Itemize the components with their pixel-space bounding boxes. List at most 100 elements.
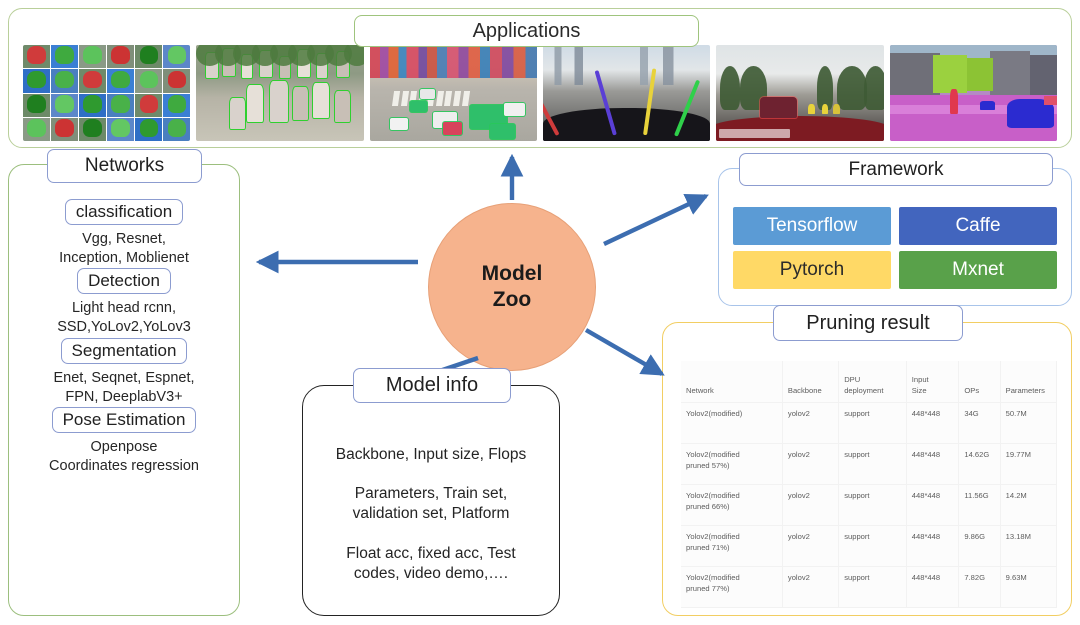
vehicle-box <box>419 89 435 99</box>
segment-building <box>1030 54 1057 95</box>
face-thumbnail-cell <box>107 93 135 117</box>
traffic-cone <box>808 103 816 115</box>
vehicle-box <box>409 100 427 113</box>
networks-section-label[interactable]: Segmentation <box>60 337 188 364</box>
pedestrian-box <box>246 85 264 122</box>
vehicle-box <box>503 102 526 117</box>
applications-thumbnail-strip <box>23 45 1057 141</box>
pedestrian-box <box>335 91 351 122</box>
roadside-tree <box>719 66 740 111</box>
networks-section-items: Light head rcnn, SSD,YoLov2,YoLov3 <box>57 300 191 336</box>
table-cell: 11.56G <box>958 484 1001 526</box>
table-cell: 50.7M <box>1000 402 1058 444</box>
framework-item-caffe[interactable]: Caffe <box>899 207 1057 245</box>
traffic-cone <box>833 103 841 115</box>
networks-section-label[interactable]: classification <box>64 199 184 225</box>
building-band <box>369 45 537 78</box>
model-info-line: Backbone, Input size, Flops <box>335 446 527 464</box>
table-cell: Yolov2(modified pruned 66%) <box>681 484 783 526</box>
pedestrian-box <box>293 87 309 120</box>
face-thumbnail-cell <box>107 69 135 93</box>
face-thumbnail-cell <box>79 69 107 93</box>
table-cell: yolov2 <box>782 402 840 444</box>
networks-section-classification: classification Vgg, Resnet, Inception, Mo… <box>9 199 239 268</box>
crosswalk-stripe <box>391 91 400 107</box>
pedestrian-box <box>269 81 289 122</box>
table-column-header: Network <box>681 361 783 403</box>
vehicle-box <box>389 117 409 131</box>
table-cell: support <box>838 402 907 444</box>
face-thumbnail-cell <box>51 69 79 93</box>
table-cell: Yolov2(modified pruned 77%) <box>681 566 783 608</box>
table-cell: support <box>838 566 907 608</box>
face-thumbnail-cell <box>23 45 51 69</box>
table-cell: yolov2 <box>782 443 840 485</box>
segment-car <box>979 100 996 111</box>
table-cell: 14.62G <box>958 443 1001 485</box>
pedestrian-box <box>229 97 245 129</box>
table-row: Yolov2(modified pruned 77%) yolov2 support 4… <box>681 566 1058 608</box>
thumbnail-dashcam-driving-scene <box>716 45 884 141</box>
thumbnail-lane-detection <box>542 45 711 141</box>
pruning-result-table: Network Backbone DPU deployment Input Size OPs… <box>681 361 1058 608</box>
table-cell: 448*448 <box>906 566 960 608</box>
model-zoo-label-line1: Model <box>481 262 543 286</box>
table-cell: Yolov2(modified pruned 71%) <box>681 525 783 567</box>
segment-car <box>1043 95 1057 105</box>
table-row: Yolov2(modified) yolov2 support 448*448 34G 5… <box>681 402 1058 444</box>
table-row: Yolov2(modified pruned 57%) yolov2 support 4… <box>681 443 1058 485</box>
thumbnail-traffic-intersection-detection <box>369 45 537 141</box>
face-thumbnail-cell <box>51 93 79 117</box>
table-header-row: Network Backbone DPU deployment Input Size OPs… <box>681 361 1058 403</box>
networks-section-items: Vgg, Resnet, Inception, Moblienet <box>59 231 189 267</box>
face-thumbnail-cell <box>135 69 163 93</box>
table-row: Yolov2(modified pruned 71%) yolov2 support 4… <box>681 525 1058 567</box>
face-thumbnail-cell <box>163 69 191 93</box>
segment-building <box>990 50 1031 97</box>
table-cell: Yolov2(modified) <box>681 402 783 444</box>
face-thumbnail-cell <box>135 45 163 69</box>
framework-item-pytorch[interactable]: Pytorch <box>733 251 891 289</box>
model-info-line: Float acc, fixed acc, Test codes, video d… <box>346 544 516 582</box>
crosswalk-stripe <box>452 91 461 107</box>
pedestrian-box <box>313 83 329 118</box>
table-cell: yolov2 <box>782 525 840 567</box>
thumbnail-face-attribute-grid <box>23 45 191 141</box>
networks-section-label[interactable]: Detection <box>77 268 171 295</box>
table-column-header: Parameters <box>1000 361 1058 403</box>
table-cell: 34G <box>958 402 1001 444</box>
table-cell: 448*448 <box>906 484 960 526</box>
networks-sections: classification Vgg, Resnet, Inception, Mo… <box>9 199 239 609</box>
traffic-cone <box>821 103 829 115</box>
face-thumbnail-cell <box>23 69 51 93</box>
networks-section-label[interactable]: Pose Estimation <box>51 406 197 433</box>
face-thumbnail-cell <box>79 93 107 117</box>
model-info-line: Parameters, Train set, validation set, Pl… <box>352 485 510 523</box>
vehicle-box <box>443 121 462 136</box>
framework-title: Framework <box>739 153 1053 186</box>
roadside-tree <box>836 66 867 111</box>
table-cell: 19.77M <box>1000 443 1058 485</box>
networks-panel: Networks classification Vgg, Resnet, Ince… <box>8 149 240 616</box>
face-thumbnail-cell <box>107 117 135 141</box>
table-column-header: Backbone <box>782 361 840 403</box>
crosswalk-stripe <box>400 91 409 107</box>
table-cell: 448*448 <box>906 525 960 567</box>
table-cell: 9.63M <box>1000 566 1058 608</box>
model-info-title: Model info <box>353 368 511 403</box>
networks-section-pose-estimation: Pose Estimation Openpose Coordinates regr… <box>9 406 239 476</box>
model-info-panel: Model info Backbone, Input size, Flops P… <box>302 368 560 616</box>
table-cell: yolov2 <box>782 566 840 608</box>
framework-item-mxnet[interactable]: Mxnet <box>899 251 1057 289</box>
model-zoo-node[interactable]: Model Zoo <box>428 203 596 371</box>
crosswalk-stripe <box>444 91 453 107</box>
framework-items: Tensorflow Caffe Pytorch Mxnet <box>733 207 1057 289</box>
table-column-header: Input Size <box>906 361 960 403</box>
thumbnail-pedestrian-detection <box>196 45 364 141</box>
table-cell: 448*448 <box>906 443 960 485</box>
table-cell: 7.82G <box>958 566 1001 608</box>
face-thumbnail-cell <box>51 117 79 141</box>
table-cell: 9.86G <box>958 525 1001 567</box>
framework-item-tensorflow[interactable]: Tensorflow <box>733 207 891 245</box>
model-info-lines: Backbone, Input size, Flops Parameters, … <box>313 426 549 603</box>
